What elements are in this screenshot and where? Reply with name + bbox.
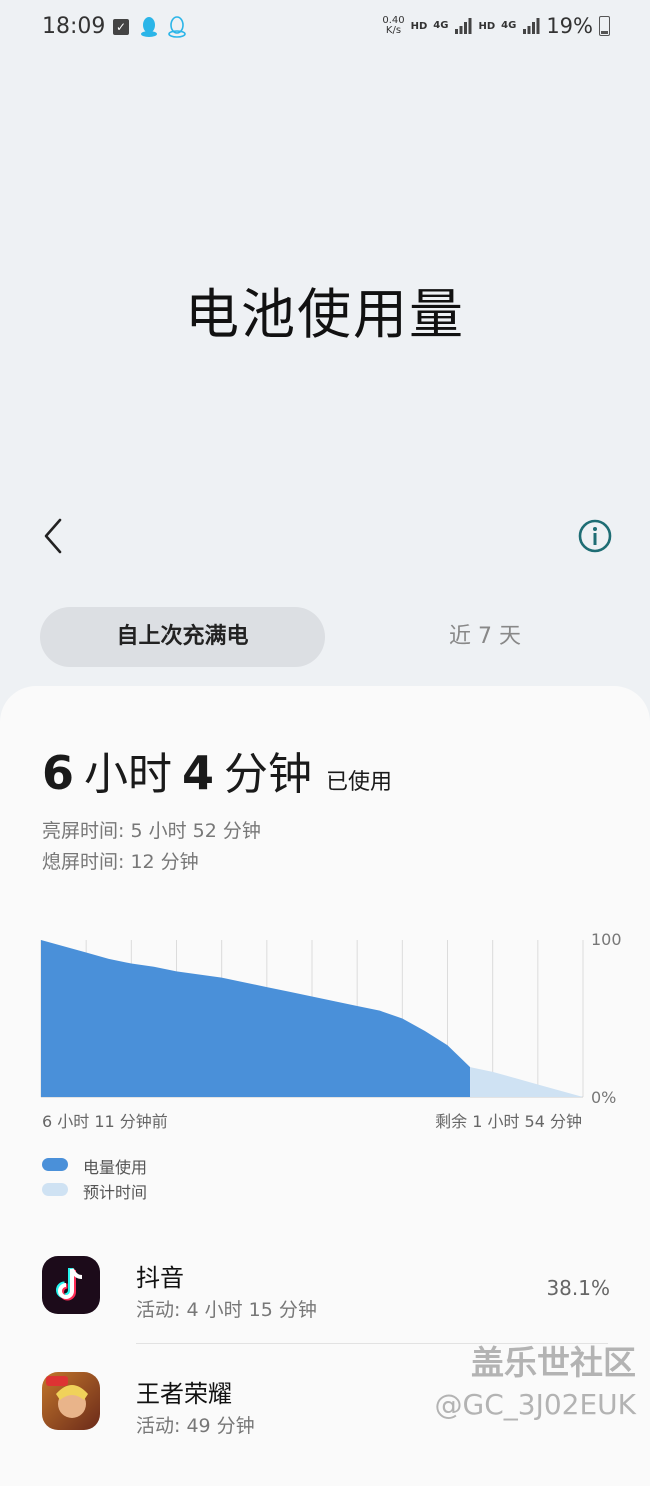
legend-swatch-usage: [42, 1158, 68, 1171]
used-hours: 6: [42, 746, 75, 800]
chart-y-tick-top: 100: [591, 930, 622, 949]
signal-icon: [455, 18, 472, 34]
hd-indicator: HD: [410, 20, 428, 32]
checkbox-notification-icon: ✓: [113, 19, 129, 35]
watermark-title: 盖乐世社区: [471, 1343, 636, 1382]
usage-total: 6 小时 4 分钟 已使用: [42, 738, 392, 802]
honor-of-kings-icon: [42, 1372, 100, 1430]
screen-off-time: 熄屏时间: 12 分钟: [42, 851, 199, 873]
legend-swatch-estimate: [42, 1183, 68, 1196]
legend-label-estimate: 预计时间: [83, 1183, 148, 1202]
douyin-icon: [42, 1256, 100, 1314]
battery-icon: [599, 16, 610, 36]
back-button[interactable]: [38, 516, 72, 556]
hd-indicator-2: HD: [478, 20, 496, 32]
tab-last-7-days[interactable]: 近 7 天: [360, 607, 610, 667]
app-activity: 活动: 4 小时 15 分钟: [136, 1299, 317, 1321]
chart-x-end-label: 剩余 1 小时 54 分钟: [435, 1112, 582, 1131]
signal-icon-2: [523, 18, 540, 34]
used-minutes: 4: [182, 746, 215, 800]
chart-series-estimate-area: [470, 1067, 583, 1097]
network-type-4g: 4G: [433, 20, 449, 31]
tab-since-full-charge[interactable]: 自上次充满电: [40, 607, 325, 667]
network-speed: 0.40 K/s: [382, 16, 404, 36]
screen-on-time: 亮屏时间: 5 小时 52 分钟: [42, 820, 261, 842]
status-right-cluster: 0.40 K/s HD 4G HD 4G 19%: [382, 14, 610, 38]
qq-outline-icon: [168, 16, 186, 38]
status-bar: 18:09 ✓ 0.40 K/s HD 4G HD 4G 19%: [0, 0, 650, 54]
app-row-douyin[interactable]: 抖音 活动: 4 小时 15 分钟 38.1%: [0, 1246, 650, 1336]
chart-series-usage-area: [41, 940, 471, 1097]
hours-unit: 小时: [84, 749, 173, 800]
status-time: 18:09: [42, 14, 106, 39]
page-title: 电池使用量: [185, 283, 465, 346]
battery-percent: 19%: [546, 14, 593, 38]
qq-filled-icon: [141, 17, 157, 37]
app-name: 抖音: [136, 1264, 184, 1292]
period-tabs: 自上次充满电 近 7 天: [40, 607, 610, 667]
network-type-4g-2: 4G: [501, 20, 517, 31]
network-speed-unit: K/s: [385, 25, 402, 36]
legend-label-usage: 电量使用: [83, 1158, 148, 1177]
app-percent: 38.1%: [546, 1276, 610, 1300]
chart-x-start-label: 6 小时 11 分钟前: [42, 1112, 168, 1131]
battery-chart: 100 0%: [40, 930, 622, 1107]
used-suffix: 已使用: [326, 770, 393, 795]
chart-y-tick-bottom: 0%: [591, 1088, 616, 1107]
app-name: 王者荣耀: [136, 1380, 232, 1408]
info-icon[interactable]: [577, 518, 613, 554]
watermark-handle: @GC_3J02EUK: [434, 1388, 637, 1421]
minutes-unit: 分钟: [224, 749, 313, 800]
app-activity: 活动: 49 分钟: [136, 1415, 255, 1437]
